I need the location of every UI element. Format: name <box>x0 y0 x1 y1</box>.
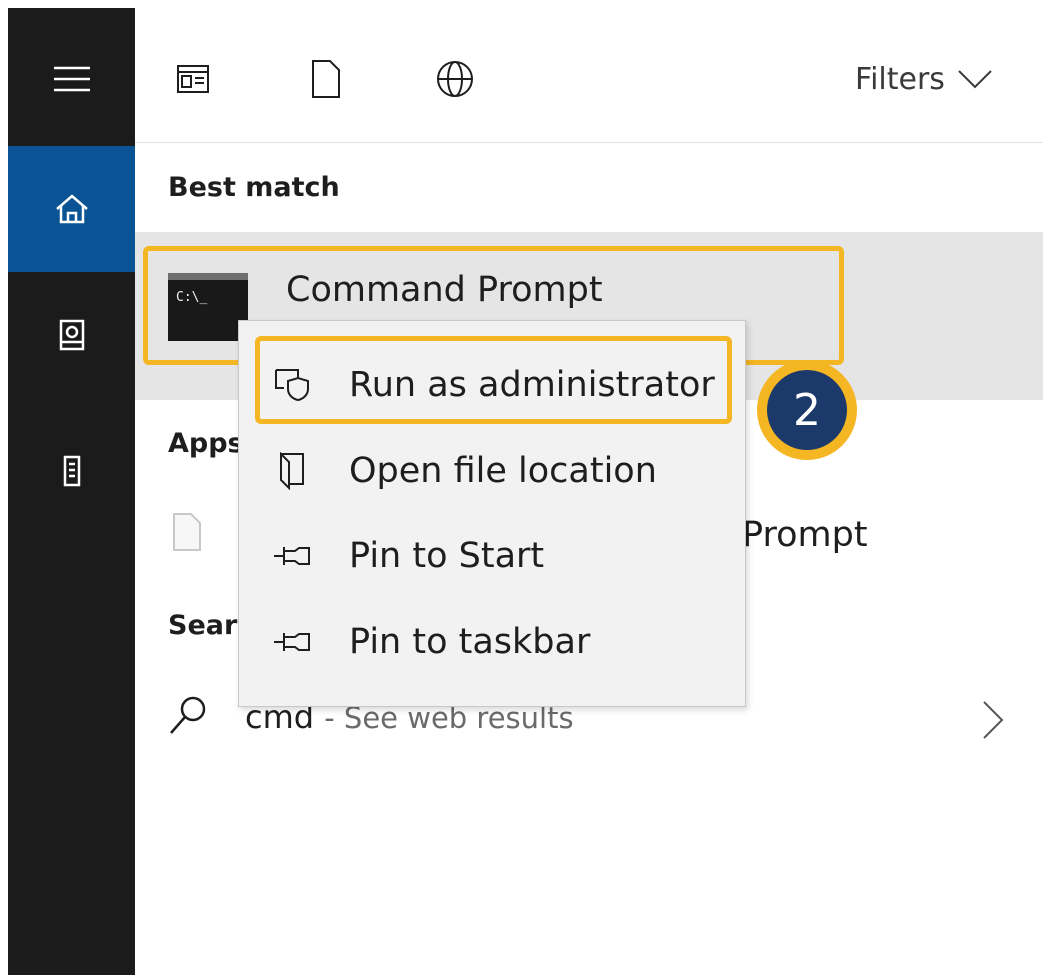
pin-icon <box>257 545 327 567</box>
menu-item-open-file-location[interactable]: Open file location <box>257 432 727 510</box>
documents-icon[interactable] <box>296 52 356 106</box>
menu-item-pin-to-start[interactable]: Pin to Start <box>257 517 727 595</box>
notebook-icon[interactable] <box>8 272 135 398</box>
menu-item-label: Open file location <box>349 451 657 491</box>
filters-label: Filters <box>855 61 945 97</box>
command-prompt-icon: C:\_ <box>168 273 248 341</box>
divider <box>135 142 1043 143</box>
search-icon <box>168 695 208 741</box>
step-number-badge: 2 <box>757 360 857 460</box>
section-heading-best-match: Best match <box>168 172 340 203</box>
section-heading-search-web: Sear <box>168 610 238 641</box>
device-icon[interactable] <box>8 408 135 534</box>
best-match-title: Command Prompt <box>286 270 603 310</box>
document-icon <box>172 512 202 556</box>
run-as-admin-highlight-outline <box>255 336 732 424</box>
section-heading-apps: Apps <box>168 428 244 459</box>
menu-item-label: Pin to Start <box>349 536 545 576</box>
web-icon[interactable] <box>425 52 485 106</box>
home-icon[interactable] <box>8 146 135 272</box>
file-location-icon <box>257 452 327 490</box>
chevron-right-icon[interactable] <box>982 700 1004 744</box>
app-item-title[interactable]: Prompt <box>742 515 868 555</box>
menu-item-pin-to-taskbar[interactable]: Pin to taskbar <box>257 603 727 681</box>
menu-item-label: Pin to taskbar <box>349 622 591 662</box>
filters-dropdown[interactable]: Filters <box>855 55 993 103</box>
hamburger-menu-icon[interactable] <box>8 16 135 142</box>
step-number: 2 <box>767 370 847 450</box>
chevron-down-icon <box>958 70 992 89</box>
pin-icon <box>257 631 327 653</box>
left-rail <box>8 8 135 975</box>
apps-icon[interactable] <box>163 52 223 106</box>
